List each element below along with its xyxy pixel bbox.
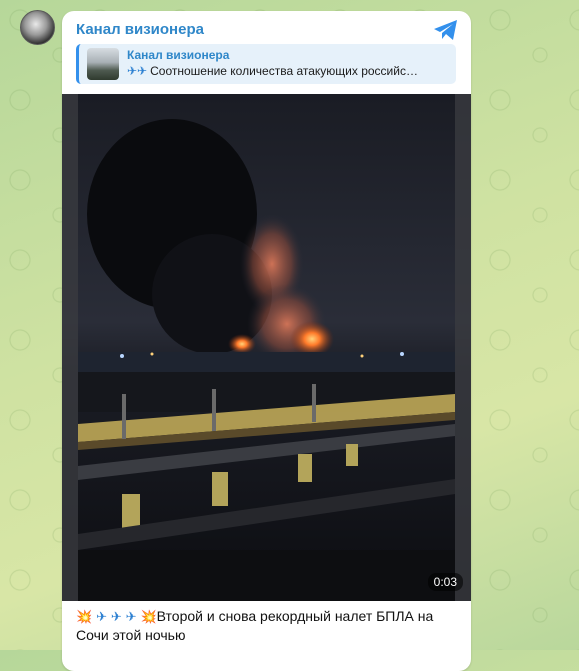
channel-name[interactable]: Канал визионера — [76, 21, 204, 38]
airplane-emoji-icon: ✈ — [125, 609, 137, 624]
message-caption: 💥 ✈ ✈ ✈ 💥Второй и снова рекордный налет … — [76, 607, 466, 645]
collision-emoji-icon: 💥 — [76, 609, 93, 624]
reply-title: Канал визионера — [127, 48, 230, 62]
telegram-logo-icon[interactable] — [433, 19, 459, 41]
reply-text-icons: ✈✈ — [127, 64, 148, 78]
reply-thumbnail — [87, 48, 119, 80]
reply-text-body: Соотношение количества атакующих российс… — [150, 64, 418, 78]
message-bubble: Канал визионера Канал визионера ✈✈ Соотно… — [62, 11, 471, 671]
reply-preview[interactable]: Канал визионера ✈✈ Соотношение количества… — [76, 44, 456, 84]
collision-emoji-icon: 💥 — [140, 609, 157, 624]
airplane-emoji-icon: ✈ — [96, 609, 107, 624]
reply-text: ✈✈ Соотношение количества атакующих росси… — [127, 64, 447, 78]
airplane-emoji-icon: ✈ — [110, 609, 122, 624]
video-player[interactable]: 0:03 — [62, 94, 471, 601]
video-duration: 0:03 — [427, 573, 463, 591]
video-frame — [62, 94, 471, 601]
channel-avatar[interactable] — [20, 10, 55, 45]
